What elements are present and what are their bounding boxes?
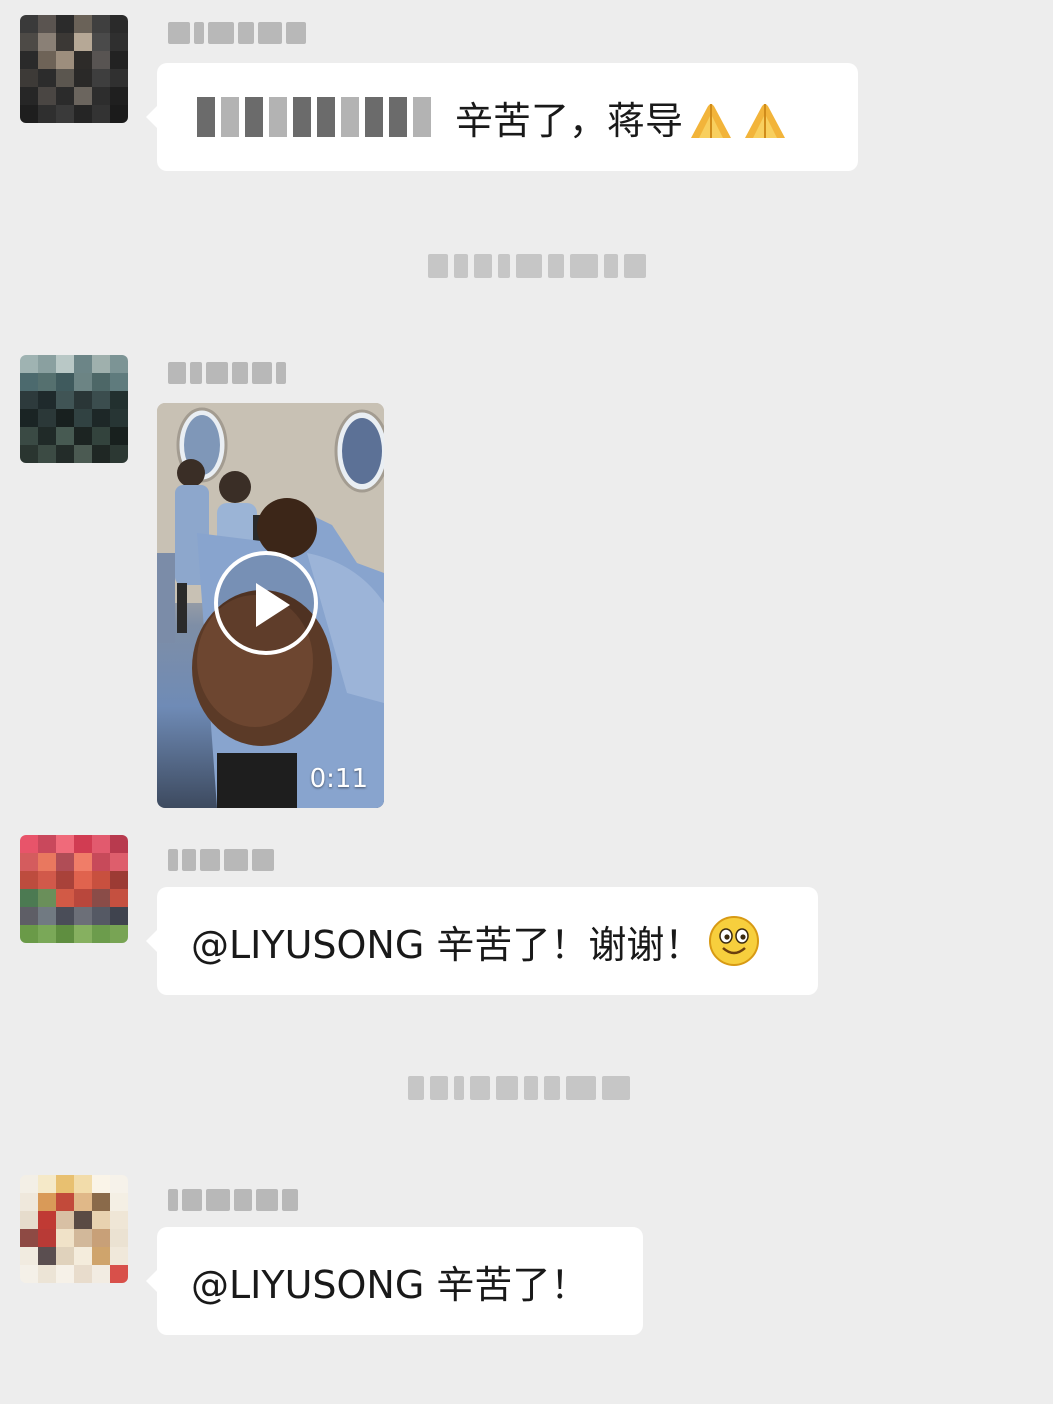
sender-name — [168, 18, 306, 48]
folded-hands-icon — [685, 94, 737, 140]
video-duration: 0:11 — [309, 764, 368, 794]
message-text: @LIYUSONG 辛苦了！ — [191, 1262, 589, 1307]
avatar[interactable] — [20, 15, 128, 123]
chat-message-list[interactable]: 辛苦了，蒋导 0:11 @LIYUSONG 辛苦了！谢谢！ @LIYUSONG … — [0, 0, 1053, 1404]
message-text: @LIYUSONG 辛苦了！谢谢！ — [191, 922, 703, 967]
avatar[interactable] — [20, 355, 128, 463]
play-icon[interactable] — [214, 551, 318, 655]
quoted-content — [197, 97, 431, 137]
sender-name — [168, 358, 286, 388]
sender-name — [168, 1185, 298, 1215]
avatar[interactable] — [20, 1175, 128, 1283]
folded-hands-icon — [739, 94, 791, 140]
sender-name — [168, 845, 274, 875]
avatar[interactable] — [20, 835, 128, 943]
system-time-label — [408, 1076, 630, 1100]
message-bubble[interactable]: @LIYUSONG 辛苦了！谢谢！ — [146, 887, 818, 995]
smile-icon — [709, 916, 760, 966]
message-bubble[interactable]: @LIYUSONG 辛苦了！ — [146, 1227, 643, 1335]
message-bubble[interactable]: 辛苦了，蒋导 — [146, 63, 858, 171]
message-text: 辛苦了，蒋导 — [455, 98, 684, 143]
video-message[interactable]: 0:11 — [157, 403, 384, 808]
system-time-label — [428, 254, 646, 278]
